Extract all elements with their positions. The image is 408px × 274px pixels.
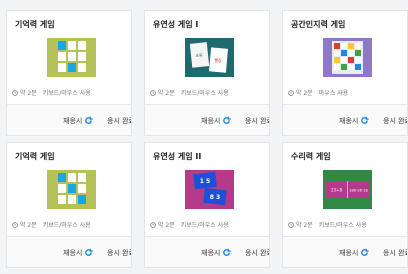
card-title: 공간인지력 게임 (291, 20, 346, 29)
card-title: 수리력 게임 (291, 152, 331, 161)
card-title: 기억력 게임 (15, 152, 55, 161)
math-left-expression: 23+8 (331, 188, 342, 193)
game-card-memory-2[interactable]: 기억력 게임 약 2분 키보드/마우스 사용 재응시 응시 완료 (6, 142, 132, 268)
card-control: 키보드/마우스 사용 (180, 222, 229, 229)
spatial-board-icon (323, 38, 372, 77)
complete-status: 응시 완료 (383, 249, 407, 257)
replay-button[interactable]: 재응시 (339, 248, 369, 258)
card-meta: 약 2분 키보드/마우스 사용 (150, 220, 229, 229)
card-footer: 재응시 응시 완료 (145, 236, 269, 267)
math-right-expression: 189-26-18 (349, 189, 368, 193)
number-cards-icon: 1 5 8 3 (185, 170, 234, 209)
card-footer: 재응시 응시 완료 (283, 104, 407, 135)
card-footer: 재응시 응시 완료 (283, 236, 407, 267)
card-title: 기억력 게임 (15, 20, 55, 29)
clock-icon (12, 90, 18, 96)
game-card-flexibility-2[interactable]: 유연성 게임 II 1 5 8 3 약 2분 키보드/마우스 사용 재응시 응시 … (144, 142, 270, 268)
card-title: 유연성 게임 I (153, 20, 199, 29)
refresh-icon (85, 248, 93, 256)
clock-icon (288, 222, 294, 228)
card-meta: 약 2분 마우스 사용 (288, 88, 348, 97)
card-footer: 재응시 응시 완료 (7, 104, 131, 135)
card-time: 약 2분 (157, 222, 175, 229)
card-time: 약 2분 (19, 90, 37, 97)
flex2-bottom-number: 8 3 (210, 194, 220, 201)
complete-status: 응시 완료 (245, 248, 269, 258)
replay-button[interactable]: 재응시 (63, 116, 93, 126)
complete-status: 응시 완료 (107, 248, 131, 258)
refresh-icon (223, 248, 231, 256)
card-control: 키보드/마우스 사용 (42, 222, 91, 229)
refresh-icon (361, 116, 369, 124)
card-footer: 재응시 응시 완료 (7, 236, 131, 267)
card-footer: 재응시 응시 완료 (145, 104, 269, 135)
clock-icon (12, 222, 18, 228)
flexibility-cards-icon: 초록 빨강 (185, 38, 234, 77)
card-control: 키보드/마우스 사용 (318, 222, 367, 229)
card-time: 약 2분 (19, 222, 37, 229)
game-card-math[interactable]: 수리력 게임 23+8 189-26-18 약 2분 키보드/마우스 사용 재응시… (282, 142, 408, 268)
clock-icon (150, 90, 156, 96)
complete-status: 응시 완료 (383, 117, 407, 125)
refresh-icon (361, 248, 369, 256)
clock-icon (288, 90, 294, 96)
game-card-flexibility-1[interactable]: 유연성 게임 I 초록 빨강 약 2분 키보드/마우스 사용 재응시 응시 완료 (144, 10, 270, 136)
replay-button[interactable]: 재응시 (63, 248, 93, 258)
card-meta: 약 2분 키보드/마우스 사용 (12, 220, 91, 229)
replay-button[interactable]: 재응시 (339, 116, 369, 126)
card-meta: 약 2분 키보드/마우스 사용 (150, 88, 229, 97)
memory-grid-icon (47, 170, 96, 209)
card-title: 유연성 게임 II (153, 152, 202, 161)
refresh-icon (223, 116, 231, 124)
card-control: 마우스 사용 (318, 90, 349, 97)
refresh-icon (85, 116, 93, 124)
game-card-memory-1[interactable]: 기억력 게임 약 2분 키보드/마우스 사용 재응시 응시 완료 (6, 10, 132, 136)
flex1-word-b: 빨강 (214, 57, 222, 63)
flex1-word-a: 초록 (195, 52, 203, 58)
card-control: 키보드/마우스 사용 (42, 90, 91, 97)
card-meta: 약 2분 키보드/마우스 사용 (12, 88, 91, 97)
replay-button[interactable]: 재응시 (201, 248, 231, 258)
card-meta: 약 2분 키보드/마우스 사용 (288, 220, 367, 229)
memory-grid-icon (47, 38, 96, 77)
replay-button[interactable]: 재응시 (201, 116, 231, 126)
card-time: 약 2분 (295, 222, 313, 229)
complete-status: 응시 완료 (245, 116, 269, 126)
complete-status: 응시 완료 (107, 116, 131, 126)
clock-icon (150, 222, 156, 228)
flex2-top-number: 1 5 (200, 178, 210, 185)
game-card-spatial[interactable]: 공간인지력 게임 약 2분 마우스 사용 재응시 응시 완료 (282, 10, 408, 136)
card-time: 약 2분 (295, 90, 313, 97)
card-control: 키보드/마우스 사용 (180, 90, 229, 97)
math-cards-icon: 23+8 189-26-18 (323, 170, 372, 209)
card-time: 약 2분 (157, 90, 175, 97)
